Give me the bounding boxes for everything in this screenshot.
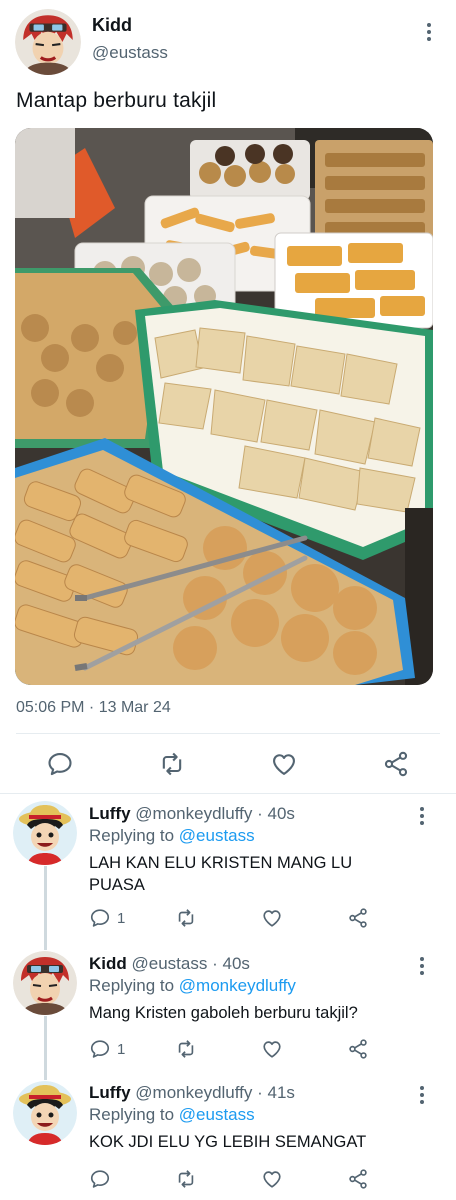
reply-text: KOK JDI ELU YG LEBIH SEMANGAT <box>89 1133 367 1151</box>
author-name[interactable]: Kidd <box>92 15 132 36</box>
replying-to-handle[interactable]: @eustass <box>179 1105 255 1124</box>
more-options-icon[interactable] <box>412 804 432 828</box>
reply-button[interactable] <box>89 1165 117 1193</box>
replying-to-handle[interactable]: @monkeydluffy <box>179 976 296 995</box>
replying-label: Replying to <box>89 1105 175 1124</box>
reply-icon <box>89 1038 111 1060</box>
divider <box>16 733 440 734</box>
like-icon[interactable] <box>269 744 299 784</box>
avatar[interactable] <box>15 9 81 75</box>
tweet-photo[interactable] <box>15 128 433 685</box>
retweet-icon[interactable] <box>175 1165 197 1193</box>
reply-action-bar: 1 <box>0 904 456 932</box>
avatar[interactable] <box>13 1081 77 1145</box>
reply-author-handle[interactable]: @monkeydluffy <box>135 804 252 823</box>
reply-author-handle[interactable]: @monkeydluffy <box>135 1083 252 1102</box>
more-options-icon[interactable] <box>412 954 432 978</box>
retweet-icon[interactable] <box>157 744 187 784</box>
tweet-timestamp: 05:06 PM · 13 Mar 24 <box>16 699 171 716</box>
reply-icon[interactable] <box>45 744 75 784</box>
replying-to: Replying to @eustass <box>89 826 255 846</box>
share-icon[interactable] <box>381 744 411 784</box>
reply-header: Luffy @monkeydluffy · 41s <box>89 1083 295 1103</box>
replying-to: Replying to @eustass <box>89 1105 255 1125</box>
reply-icon <box>89 1168 111 1190</box>
share-icon[interactable] <box>347 1035 369 1063</box>
reply-text: Mang Kristen gaboleh berburu takjil? <box>89 1004 358 1022</box>
replying-to: Replying to @monkeydluffy <box>89 976 296 996</box>
reply-text: LAH KAN ELU KRISTEN MANG LU PUASA <box>89 854 353 894</box>
retweet-icon[interactable] <box>175 1035 197 1063</box>
like-icon[interactable] <box>261 1165 283 1193</box>
replying-to-handle[interactable]: @eustass <box>179 826 255 845</box>
share-icon[interactable] <box>347 1165 369 1193</box>
reply-action-bar: 1 <box>0 1035 456 1063</box>
divider <box>0 793 456 794</box>
tweet-text: Mantap berburu takjil <box>16 89 217 112</box>
reply-action-bar <box>0 1165 456 1193</box>
replying-label: Replying to <box>89 976 175 995</box>
reply-time: · 41s <box>257 1083 295 1102</box>
more-options-icon[interactable] <box>419 20 439 44</box>
replying-label: Replying to <box>89 826 175 845</box>
avatar[interactable] <box>13 951 77 1015</box>
retweet-icon[interactable] <box>175 904 197 932</box>
like-icon[interactable] <box>261 904 283 932</box>
reply-count: 1 <box>117 1040 126 1058</box>
avatar[interactable] <box>13 801 77 865</box>
share-icon[interactable] <box>347 904 369 932</box>
reply-tweet[interactable]: Kidd @eustass · 40s Replying to @monkeyd… <box>0 950 456 1065</box>
reply-author-name[interactable]: Kidd <box>89 954 127 973</box>
reply-button[interactable]: 1 <box>89 1035 125 1063</box>
author-handle[interactable]: @eustass <box>92 43 168 63</box>
reply-header: Kidd @eustass · 40s <box>89 954 250 974</box>
like-icon[interactable] <box>261 1035 283 1063</box>
main-action-bar <box>0 744 456 784</box>
reply-author-handle[interactable]: @eustass <box>132 954 208 973</box>
reply-header: Luffy @monkeydluffy · 40s <box>89 804 295 824</box>
reply-author-name[interactable]: Luffy <box>89 804 131 823</box>
reply-time: · 40s <box>212 954 250 973</box>
reply-tweet[interactable]: Luffy @monkeydluffy · 41s Replying to @e… <box>0 1080 456 1200</box>
reply-button[interactable]: 1 <box>89 904 125 932</box>
reply-tweet[interactable]: Luffy @monkeydluffy · 40s Replying to @e… <box>0 800 456 940</box>
reply-icon <box>89 907 111 929</box>
reply-count: 1 <box>117 909 126 927</box>
reply-time: · 40s <box>257 804 295 823</box>
more-options-icon[interactable] <box>412 1083 432 1107</box>
reply-author-name[interactable]: Luffy <box>89 1083 131 1102</box>
